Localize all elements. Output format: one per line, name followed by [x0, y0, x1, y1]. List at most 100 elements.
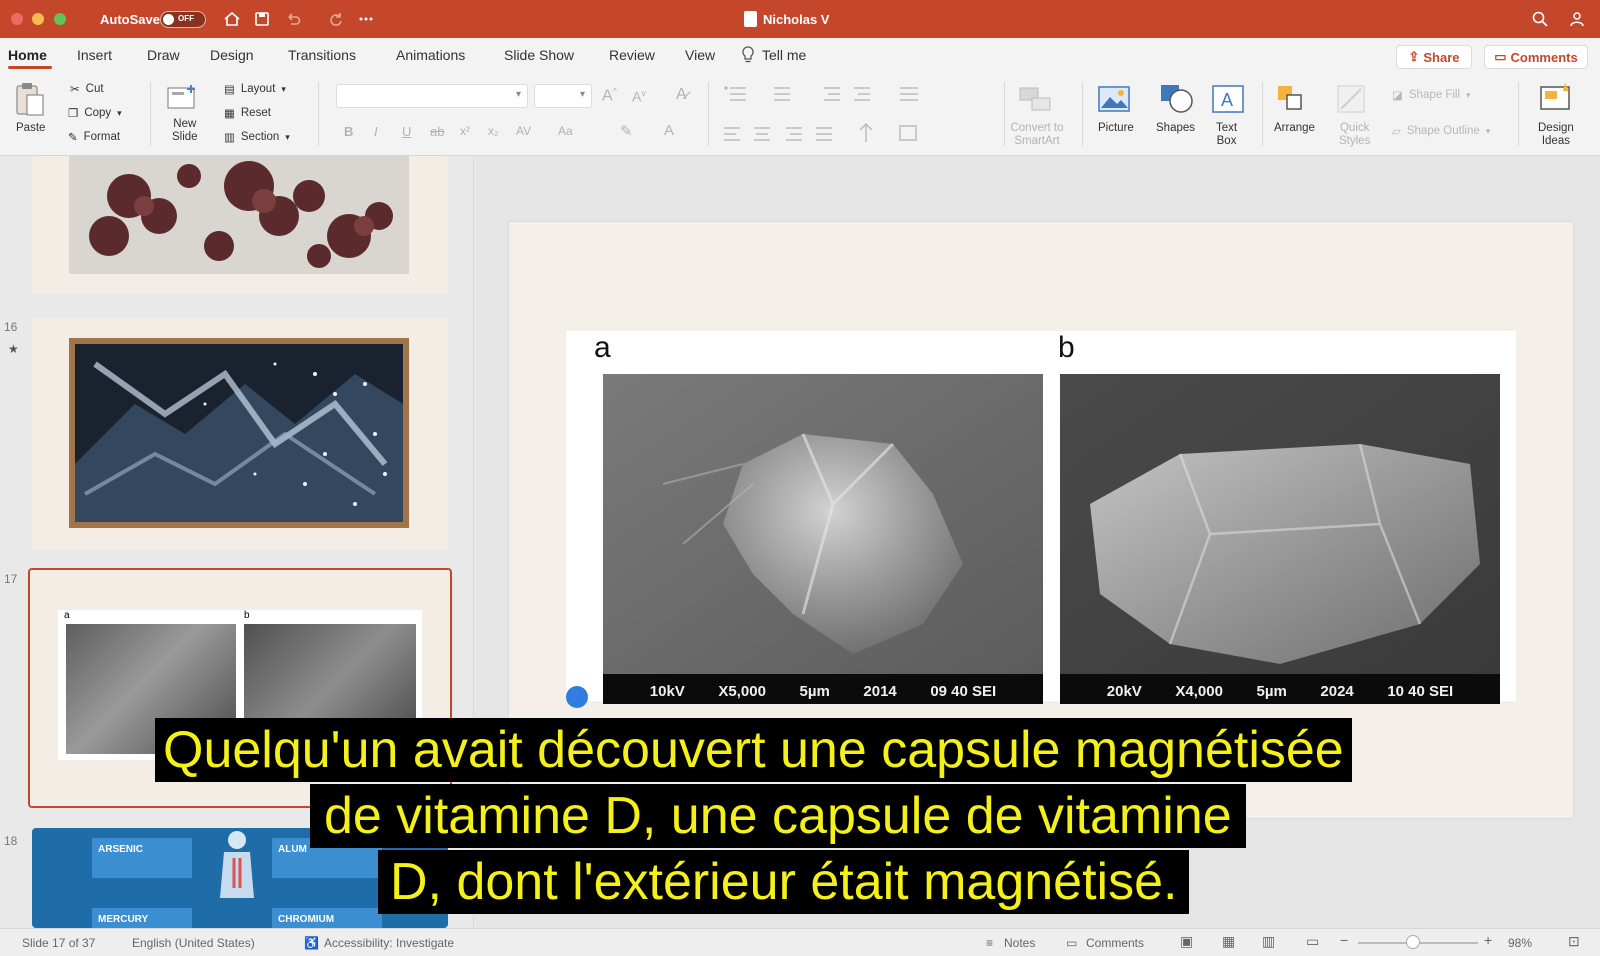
reset-button[interactable]: ▦ Reset — [224, 106, 271, 120]
share-person-icon[interactable] — [1568, 9, 1588, 29]
share-button[interactable]: ⇪ Share — [1396, 45, 1472, 69]
quick-styles-icon[interactable] — [1334, 82, 1372, 116]
paste-label: Paste — [16, 122, 46, 134]
language-status[interactable]: English (United States) — [132, 936, 255, 950]
slide-thumbnail-16[interactable] — [32, 318, 448, 550]
highlight-icon[interactable]: ✎ — [620, 122, 633, 140]
slideshow-icon[interactable]: ▭ — [1306, 933, 1319, 950]
cut-label: Cut — [85, 83, 104, 95]
font-name-select[interactable]: ▾ — [336, 84, 528, 108]
undo-icon[interactable] — [283, 9, 303, 29]
bold-button[interactable]: B — [344, 124, 353, 139]
design-ideas-label: Design Ideas — [1538, 122, 1574, 147]
text-box-icon[interactable]: A — [1210, 82, 1246, 116]
comments-button[interactable]: ▭ Comments — [1484, 45, 1588, 69]
minimize-window-button[interactable] — [32, 13, 44, 25]
tab-design[interactable]: Design — [210, 47, 254, 63]
redo-icon[interactable] — [326, 9, 346, 29]
tab-draw[interactable]: Draw — [147, 47, 180, 63]
more-icon[interactable] — [356, 9, 376, 29]
increase-font-icon[interactable]: A^ — [602, 86, 617, 105]
shape-outline-button[interactable]: ▱ Shape Outline ▾ — [1392, 124, 1490, 138]
autosave-toggle[interactable]: OFF — [160, 11, 206, 28]
superscript-button[interactable]: x² — [460, 124, 470, 138]
layout-icon: ▤ — [224, 84, 235, 96]
sem-figure[interactable]: a b 10kV X5,000 5µm 2014 09 40 SEI 20kV … — [566, 331, 1516, 704]
tell-me-search[interactable]: Tell me — [762, 47, 806, 63]
quick-styles-label: Quick Styles — [1339, 122, 1371, 147]
tab-home[interactable]: Home — [8, 47, 47, 63]
underline-button[interactable]: U — [402, 124, 411, 139]
autosave-state: OFF — [178, 14, 194, 23]
italic-button[interactable]: I — [374, 124, 378, 139]
design-ideas-icon[interactable] — [1538, 80, 1576, 116]
subscript-button[interactable]: x₂ — [488, 124, 499, 138]
selection-handle-icon[interactable] — [566, 686, 588, 708]
cut-button[interactable]: ✂ Cut — [70, 82, 104, 96]
ribbon-divider — [318, 82, 319, 146]
section-button[interactable]: ▥ Section ▾ — [224, 130, 290, 144]
shape-fill-button[interactable]: ◪ Shape Fill ▾ — [1392, 88, 1471, 102]
paragraph-icons[interactable] — [724, 84, 924, 144]
zoom-slider-thumb[interactable] — [1406, 935, 1420, 949]
new-slide-icon[interactable] — [166, 82, 200, 114]
accessibility-status[interactable]: Accessibility: Investigate — [324, 936, 454, 950]
ribbon-tab-bar: Home Insert Draw Design Transitions Anim… — [0, 38, 1600, 72]
comments-label: Comments — [1510, 49, 1578, 65]
tab-transitions[interactable]: Transitions — [288, 47, 356, 63]
tab-slide-show[interactable]: Slide Show — [504, 47, 574, 63]
document-title[interactable]: Nicholas V — [763, 12, 829, 27]
format-painter-button[interactable]: ✎ Format — [68, 130, 120, 144]
tab-review[interactable]: Review — [609, 47, 655, 63]
svg-text:A: A — [1221, 90, 1233, 110]
shapes-label: Shapes — [1156, 122, 1196, 134]
character-spacing-button[interactable]: AV — [516, 124, 531, 138]
strikethrough-button[interactable]: ab — [430, 124, 444, 139]
zoom-in-icon[interactable]: + — [1484, 932, 1492, 948]
notes-button[interactable]: Notes — [1004, 936, 1035, 950]
layout-button[interactable]: ▤ Layout ▾ — [224, 82, 286, 96]
tab-insert[interactable]: Insert — [77, 47, 112, 63]
save-icon[interactable] — [252, 9, 272, 29]
zoom-window-button[interactable] — [54, 13, 66, 25]
crystal-photo-frame — [69, 338, 409, 528]
smartart-icon[interactable] — [1016, 84, 1056, 116]
paint-bucket-icon: ◪ — [1392, 90, 1403, 102]
paste-icon[interactable] — [12, 80, 48, 120]
search-icon[interactable] — [1530, 9, 1550, 29]
change-case-button[interactable]: Aa — [558, 124, 573, 138]
tab-animations[interactable]: Animations — [396, 47, 465, 63]
arrange-icon[interactable] — [1274, 82, 1310, 116]
clear-formatting-icon[interactable]: A̷ — [676, 86, 687, 104]
layout-label: Layout — [240, 83, 276, 95]
shapes-icon[interactable] — [1156, 80, 1196, 116]
slide-sorter-icon[interactable]: ▦ — [1222, 933, 1235, 950]
tab-view[interactable]: View — [685, 47, 715, 63]
ribbon-divider — [1518, 82, 1519, 146]
copy-icon: ❐ — [68, 108, 79, 120]
reading-view-icon[interactable]: ▥ — [1262, 933, 1275, 950]
panel-label-a: a — [594, 331, 611, 364]
slide-thumbnail-15[interactable] — [32, 156, 448, 294]
font-size-select[interactable]: ▾ — [534, 84, 592, 108]
new-slide-label: New Slide — [172, 118, 198, 143]
subtitle-line-2: de vitamine D, une capsule de vitamine — [310, 784, 1246, 848]
font-color-icon[interactable]: A — [664, 122, 674, 139]
decrease-font-icon[interactable]: Av — [632, 88, 646, 105]
autosave-label: AutoSave — [100, 12, 160, 27]
sem-image-b: 20kV X4,000 5µm 2024 10 40 SEI — [1060, 374, 1500, 704]
reset-label: Reset — [240, 107, 271, 119]
close-window-button[interactable] — [11, 13, 23, 25]
powerpoint-window: AutoSave OFF Nicholas V Home Insert Draw… — [0, 0, 1600, 956]
picture-icon[interactable] — [1096, 82, 1134, 116]
normal-view-icon[interactable]: ▣ — [1180, 933, 1193, 950]
fit-to-window-icon[interactable]: ⊡ — [1568, 933, 1580, 950]
home-icon[interactable] — [222, 9, 242, 29]
zoom-level[interactable]: 98% — [1508, 936, 1532, 950]
ribbon-divider — [1082, 82, 1083, 146]
comments-status-button[interactable]: Comments — [1086, 936, 1144, 950]
thumb-label-a: a — [64, 610, 70, 621]
zoom-out-icon[interactable]: − — [1340, 932, 1348, 948]
share-label: Share — [1423, 49, 1460, 65]
copy-button[interactable]: ❐ Copy ▾ — [68, 106, 122, 120]
